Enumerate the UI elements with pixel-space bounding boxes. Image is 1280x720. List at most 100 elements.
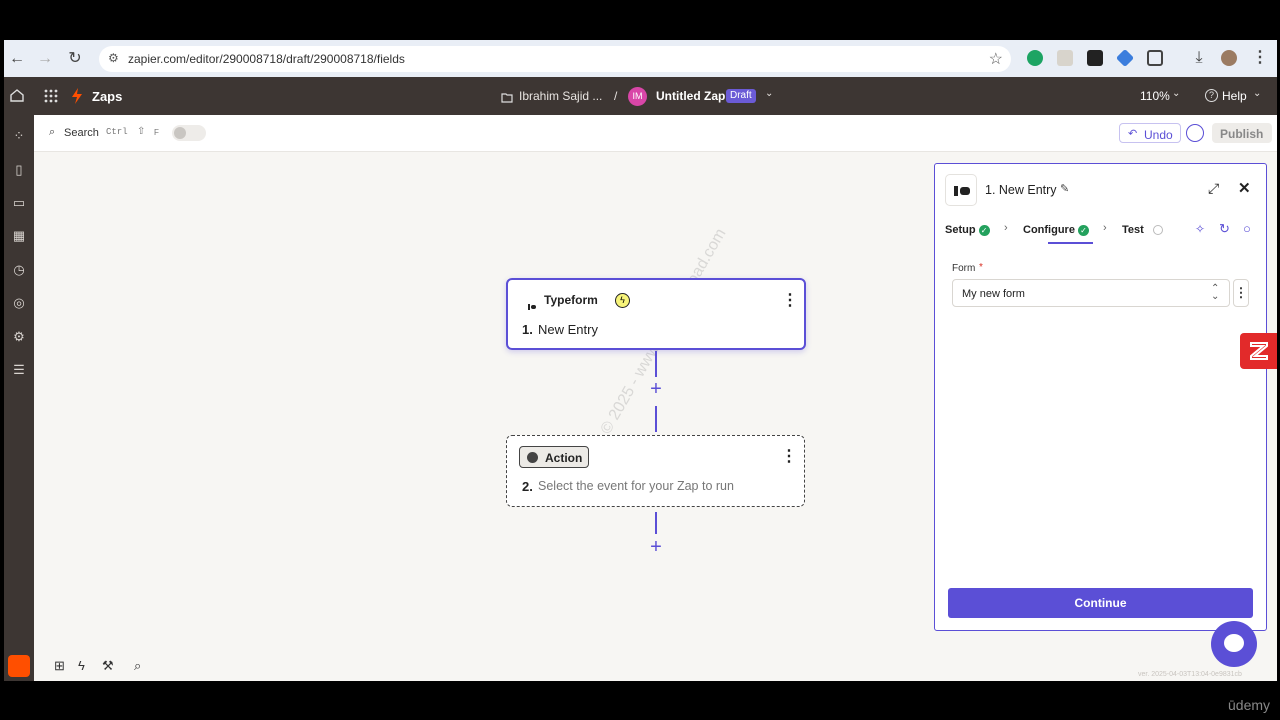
extension-icon[interactable] (1057, 50, 1073, 66)
tab-test[interactable]: Test (1122, 224, 1163, 236)
app-window: ← → ↻ ⚙ zapier.com/editor/290008718/draf… (4, 40, 1277, 681)
typeform-app-icon (945, 174, 977, 206)
layers-icon[interactable]: ☰ (10, 361, 28, 379)
comment-icon[interactable]: ▭ (10, 194, 28, 212)
chevron-right-icon: › (1103, 222, 1107, 234)
bookmark-star-icon[interactable]: ☆ (989, 49, 1003, 69)
undo-icon: ↶ (1128, 128, 1138, 140)
tab-setup[interactable]: Setup ✓ (945, 224, 990, 236)
search-button[interactable]: Search (64, 127, 99, 139)
url-text: zapier.com/editor/290008718/draft/290008… (128, 52, 405, 66)
action-step-card[interactable]: Action ⋮ 2. Select the event for your Za… (506, 435, 805, 507)
zapier-logo-icon[interactable] (8, 655, 30, 677)
file-icon[interactable]: ▯ (10, 161, 28, 179)
zaps-link[interactable]: Zaps (92, 89, 122, 104)
version-history-icon[interactable] (1186, 124, 1204, 142)
zapier-side-tab[interactable] (1240, 333, 1277, 369)
form-select[interactable]: My new form ⌃ ⌄ (952, 279, 1230, 307)
typeform-icon (528, 297, 536, 310)
zap-title[interactable]: Untitled Zap (656, 89, 725, 103)
search-icon[interactable]: ⌕ (134, 658, 141, 674)
address-bar[interactable]: ⚙ zapier.com/editor/290008718/draft/2900… (99, 46, 1011, 72)
extension-icon[interactable] (1087, 50, 1103, 66)
download-icon[interactable]: ⤓ (1188, 47, 1210, 69)
site-info-icon[interactable]: ⚙ (108, 51, 119, 65)
folder-icon (501, 90, 513, 108)
check-icon: ✓ (1077, 224, 1089, 236)
trigger-step-card[interactable]: Typeform ϟ ⋮ 1. New Entry (506, 278, 806, 350)
history-icon[interactable]: ◷ (10, 261, 28, 279)
bolt-icon[interactable]: ϟ (78, 658, 85, 673)
form-label: Form (952, 263, 976, 274)
help-icon[interactable]: ? (1205, 89, 1218, 102)
active-tab-indicator (1048, 242, 1093, 244)
browser-toolbar: ← → ↻ ⚙ zapier.com/editor/290008718/draf… (4, 40, 1277, 77)
apps-icon[interactable]: ⁘ (10, 127, 28, 145)
zoom-level[interactable]: 110% (1140, 89, 1170, 103)
version-text: ver. 2025-04-03T13:04-0e9831cb (1138, 671, 1242, 678)
tab-configure-label: Configure (1023, 224, 1075, 236)
comment-icon[interactable]: ○ (1243, 221, 1251, 236)
kebab-menu-icon[interactable]: ⋮ (781, 449, 797, 465)
chat-support-button[interactable] (1211, 621, 1257, 667)
add-step-button[interactable]: + (647, 537, 665, 557)
close-icon[interactable]: ✕ (1238, 179, 1251, 197)
tab-test-label: Test (1122, 224, 1144, 236)
check-icon: ✓ (978, 224, 990, 236)
apps-grid-icon[interactable] (44, 89, 58, 108)
activity-icon[interactable]: ◎ (10, 294, 28, 312)
expand-icon[interactable]: ⤢ (1208, 180, 1219, 197)
undo-button[interactable]: ↶ Undo (1119, 123, 1181, 143)
continue-button[interactable]: Continue (948, 588, 1253, 618)
help-menu[interactable]: Help (1222, 89, 1247, 103)
canvas-tools: ⊞ ϟ ⚒ ⌕ (52, 658, 162, 676)
publish-label: Publish (1220, 127, 1264, 141)
panel-title[interactable]: 1. New Entry (985, 183, 1057, 197)
connector-line (655, 512, 657, 534)
layout-icon[interactable]: ⊞ (54, 658, 65, 674)
select-arrows-icon: ⌃ ⌄ (1211, 283, 1220, 302)
kebab-menu-icon[interactable]: ⋮ (782, 293, 798, 309)
profile-avatar[interactable] (1221, 50, 1237, 66)
back-icon[interactable]: ← (6, 48, 28, 70)
settings-icon[interactable]: ⚙ (10, 328, 28, 346)
instant-trigger-icon: ϟ (615, 293, 630, 308)
chevron-down-icon[interactable]: ⌄ (1172, 88, 1180, 99)
zap-bolt-icon (71, 88, 83, 109)
tab-configure[interactable]: Configure ✓ (1023, 224, 1089, 236)
edit-pencil-icon[interactable]: ✎ (1060, 182, 1069, 195)
grammarly-icon[interactable] (1027, 50, 1043, 66)
connector-line (655, 351, 657, 377)
zapier-header: Zaps Ibrahim Sajid ... / IM Untitled Zap… (4, 77, 1277, 115)
status-badge: Draft (726, 89, 756, 103)
wrench-icon[interactable]: ⚒ (102, 658, 114, 674)
field-options-icon[interactable]: ⋮ (1233, 279, 1249, 307)
add-step-button[interactable]: + (647, 379, 665, 399)
action-icon (527, 452, 538, 463)
toggle-switch[interactable] (172, 125, 206, 141)
search-icon[interactable]: ⌕ (49, 126, 55, 139)
shortcut-ctrl: Ctrl (106, 127, 128, 137)
publish-button[interactable]: Publish (1212, 123, 1272, 143)
calendar-icon[interactable]: ▦ (10, 227, 28, 245)
avatar: IM (628, 87, 647, 106)
reload-icon[interactable]: ↻ (64, 48, 86, 70)
refresh-icon[interactable]: ↻ (1219, 221, 1230, 237)
chevron-down-icon[interactable]: ⌄ (765, 88, 773, 99)
forward-icon[interactable]: → (34, 48, 56, 70)
home-icon[interactable] (10, 89, 24, 102)
trigger-step-number: 1. (522, 322, 533, 337)
tab-setup-label: Setup (945, 224, 976, 236)
trigger-event: New Entry (538, 322, 598, 337)
menu-icon[interactable]: ⋮ (1249, 47, 1271, 69)
chat-icon (1224, 634, 1244, 652)
undo-label: Undo (1144, 128, 1173, 142)
puzzle-icon[interactable] (1147, 50, 1163, 66)
chevron-down-icon[interactable]: ⌄ (1253, 88, 1261, 99)
folder-name[interactable]: Ibrahim Sajid ... (519, 89, 602, 103)
connector-line (655, 406, 657, 432)
shortcut-shift: ⇧ (137, 126, 146, 137)
ai-sparkle-icon[interactable]: ✧ (1195, 222, 1205, 236)
action-placeholder: Select the event for your Zap to run (538, 479, 734, 493)
extension-icon[interactable] (1115, 48, 1135, 68)
